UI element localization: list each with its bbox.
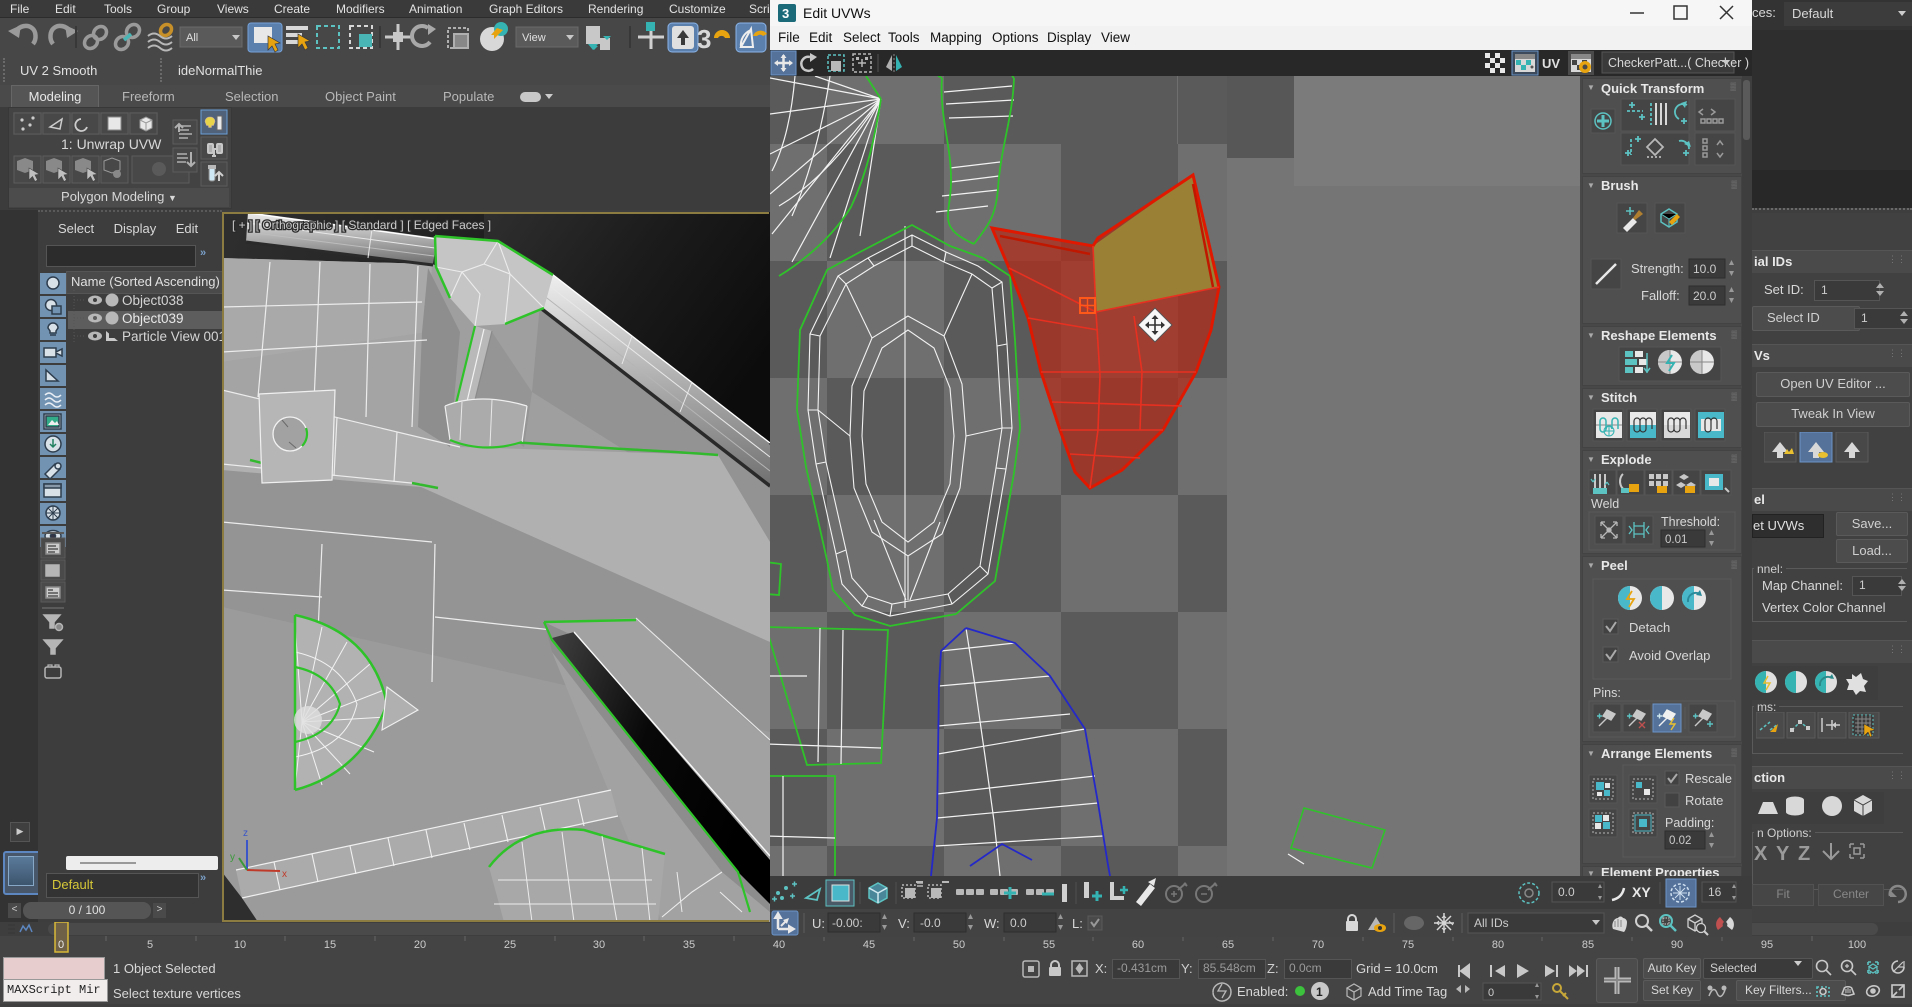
svg-text:CheckerPatt...( Checker ): CheckerPatt...( Checker ) bbox=[1608, 56, 1749, 70]
svg-text:Add Time Tag: Add Time Tag bbox=[1368, 984, 1447, 999]
svg-text:0.0: 0.0 bbox=[1010, 916, 1027, 930]
svg-text:35: 35 bbox=[683, 939, 695, 951]
svg-text:UV: UV bbox=[1542, 56, 1560, 71]
svg-text:Particle View 001: Particle View 001 bbox=[122, 329, 222, 344]
svg-text:40: 40 bbox=[773, 939, 785, 951]
svg-text:1: Unwrap UVW: 1: Unwrap UVW bbox=[61, 136, 162, 152]
svg-text:Pins:: Pins: bbox=[1593, 686, 1621, 700]
svg-text:30: 30 bbox=[593, 939, 605, 951]
svg-text:1: 1 bbox=[1316, 985, 1323, 999]
svg-text:0: 0 bbox=[1488, 987, 1494, 999]
svg-text:Avoid Overlap: Avoid Overlap bbox=[1629, 648, 1710, 663]
svg-text:Rescale: Rescale bbox=[1685, 771, 1732, 786]
svg-text:-0.00:: -0.00: bbox=[832, 916, 863, 930]
svg-text:Detach: Detach bbox=[1629, 620, 1670, 635]
svg-text:L:: L: bbox=[1072, 916, 1083, 931]
svg-text:W:: W: bbox=[984, 916, 1000, 931]
svg-text:50: 50 bbox=[953, 939, 965, 951]
svg-text:-0.0: -0.0 bbox=[920, 916, 941, 930]
svg-text:100: 100 bbox=[1848, 939, 1866, 951]
svg-text:90: 90 bbox=[1671, 939, 1683, 951]
svg-text:0.01: 0.01 bbox=[1665, 534, 1687, 546]
svg-text:U:: U: bbox=[812, 916, 825, 931]
svg-text:[ + ] [ Orthographic ] [ Stand: [ + ] [ Orthographic ] [ Standard ] [ Ed… bbox=[232, 218, 491, 232]
svg-text:65: 65 bbox=[1222, 939, 1234, 951]
svg-text:X: X bbox=[1754, 843, 1768, 865]
svg-text:5: 5 bbox=[147, 939, 153, 951]
svg-text:Z: Z bbox=[1798, 843, 1810, 865]
svg-text:45: 45 bbox=[863, 939, 875, 951]
svg-text:25: 25 bbox=[504, 939, 516, 951]
svg-text:XY: XY bbox=[1632, 884, 1651, 900]
svg-text:Falloff:: Falloff: bbox=[1641, 288, 1680, 303]
svg-text:Enabled:: Enabled: bbox=[1237, 984, 1288, 999]
svg-text:3: 3 bbox=[697, 24, 711, 54]
svg-text:16: 16 bbox=[1708, 885, 1722, 899]
svg-text:0.02: 0.02 bbox=[1669, 835, 1691, 847]
svg-text:0: 0 bbox=[58, 939, 64, 951]
svg-text:All: All bbox=[186, 32, 198, 44]
svg-text:70: 70 bbox=[1312, 939, 1324, 951]
svg-text:20.0: 20.0 bbox=[1693, 289, 1717, 303]
svg-text:x: x bbox=[282, 869, 287, 880]
svg-text:10: 10 bbox=[234, 939, 246, 951]
svg-text:Y: Y bbox=[1776, 843, 1790, 865]
svg-text:All IDs: All IDs bbox=[1474, 916, 1509, 930]
svg-text:10.0: 10.0 bbox=[1693, 262, 1717, 276]
svg-text:55: 55 bbox=[1043, 939, 1055, 951]
svg-text:95: 95 bbox=[1761, 939, 1773, 951]
svg-text:Object039: Object039 bbox=[122, 311, 184, 326]
svg-text:Rotate: Rotate bbox=[1685, 793, 1723, 808]
svg-text:Weld: Weld bbox=[1591, 497, 1619, 511]
svg-text:75: 75 bbox=[1402, 939, 1414, 951]
svg-text:y: y bbox=[230, 852, 235, 863]
svg-text:z: z bbox=[243, 828, 248, 839]
svg-text:View: View bbox=[522, 32, 546, 44]
svg-text:Strength:: Strength: bbox=[1631, 261, 1684, 276]
svg-text:85: 85 bbox=[1582, 939, 1594, 951]
svg-text:Padding:: Padding: bbox=[1665, 816, 1714, 830]
svg-text:V:: V: bbox=[898, 916, 910, 931]
svg-text:0.0: 0.0 bbox=[1558, 885, 1575, 899]
svg-text:20: 20 bbox=[414, 939, 426, 951]
svg-text:60: 60 bbox=[1132, 939, 1144, 951]
svg-text:15: 15 bbox=[324, 939, 336, 951]
svg-text:Object038: Object038 bbox=[122, 293, 184, 308]
svg-text:3: 3 bbox=[782, 6, 789, 21]
svg-text:80: 80 bbox=[1492, 939, 1504, 951]
svg-text:Threshold:: Threshold: bbox=[1661, 515, 1720, 529]
